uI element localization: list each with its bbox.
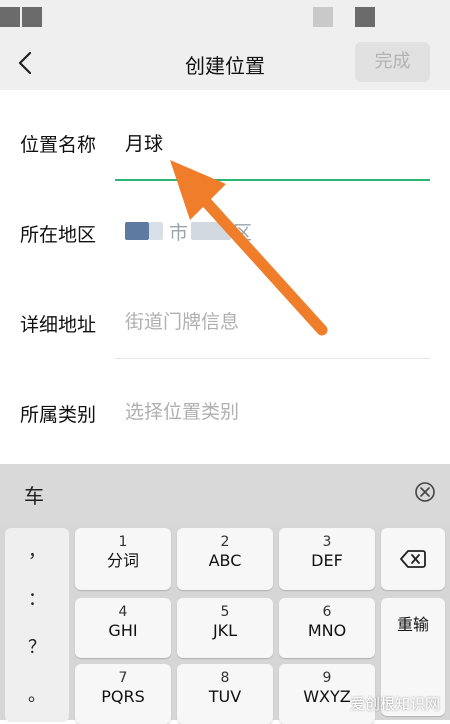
key-grid: ， ： ？ 。 1 分词 2 ABC 3 DEF 4 GHI 5 JKL 6 M… bbox=[0, 526, 450, 724]
key-letters: ABC bbox=[208, 551, 242, 570]
punct-key-question[interactable]: ？ bbox=[5, 624, 69, 672]
header: 创建位置 完成 bbox=[0, 36, 450, 90]
status-icon bbox=[22, 7, 42, 27]
name-row: 位置名称 bbox=[0, 90, 450, 178]
key-number: 4 bbox=[118, 604, 128, 620]
done-button[interactable]: 完成 bbox=[355, 42, 430, 82]
key-letters: GHI bbox=[108, 621, 138, 640]
region-label: 所在地区 bbox=[20, 224, 97, 246]
backspace-icon bbox=[400, 550, 426, 568]
candidate-bar: 车 bbox=[0, 464, 450, 524]
watermark: 爱创根知识网 bbox=[349, 695, 440, 713]
punct-key-comma[interactable]: ， bbox=[5, 528, 69, 576]
key-number: 9 bbox=[322, 670, 332, 686]
key-letters: 分词 bbox=[106, 551, 139, 570]
status-icon bbox=[313, 7, 333, 27]
circle-x-icon[interactable] bbox=[414, 481, 436, 503]
key-number: 1 bbox=[118, 534, 128, 550]
address-underline bbox=[115, 358, 430, 359]
key-number: 8 bbox=[220, 670, 230, 686]
key-4[interactable]: 4 GHI bbox=[75, 598, 171, 658]
key-1[interactable]: 1 分词 bbox=[75, 528, 171, 590]
blurred-text bbox=[125, 222, 149, 240]
location-form: 位置名称 所在地区 市 区 详细地址 所属类别 bbox=[0, 90, 450, 464]
blurred-text bbox=[149, 222, 163, 240]
name-field[interactable] bbox=[115, 122, 430, 162]
name-input[interactable] bbox=[115, 122, 430, 162]
candidate-word[interactable]: 车 bbox=[24, 480, 44, 509]
region-value[interactable]: 市 区 bbox=[125, 216, 255, 248]
key-7[interactable]: 7 PQRS bbox=[75, 664, 171, 724]
blurred-text bbox=[191, 222, 231, 240]
key-number: 6 bbox=[322, 604, 332, 620]
key-letters: PQRS bbox=[101, 687, 145, 706]
key-number: 3 bbox=[322, 534, 332, 550]
address-field[interactable] bbox=[115, 302, 430, 342]
key-8[interactable]: 8 TUV bbox=[177, 664, 273, 724]
reenter-label: 重输 bbox=[396, 615, 429, 634]
key-number: 5 bbox=[220, 604, 230, 620]
district-suffix: 区 bbox=[233, 222, 253, 244]
punct-key-period[interactable]: 。 bbox=[5, 672, 69, 720]
key-letters: DEF bbox=[311, 551, 343, 570]
address-input[interactable] bbox=[115, 302, 430, 342]
key-3[interactable]: 3 DEF bbox=[279, 528, 375, 590]
address-label: 详细地址 bbox=[20, 314, 97, 336]
category-row[interactable]: 所属类别 bbox=[0, 360, 450, 448]
status-icon bbox=[355, 7, 375, 27]
status-icon bbox=[0, 7, 20, 27]
punctuation-column: ， ： ？ 。 bbox=[5, 528, 69, 722]
punct-key-colon[interactable]: ： bbox=[5, 576, 69, 624]
key-number: 2 bbox=[220, 534, 230, 550]
name-label: 位置名称 bbox=[20, 134, 97, 156]
key-letters: MNO bbox=[307, 621, 347, 640]
key-number: 7 bbox=[118, 670, 128, 686]
key-letters: JKL bbox=[212, 621, 238, 640]
city-suffix: 市 bbox=[169, 222, 189, 244]
category-input[interactable] bbox=[115, 392, 430, 432]
input-keyboard: 车 ， ： ？ 。 1 分词 2 ABC 3 DEF 4 GHI 5 JKL 6… bbox=[0, 464, 450, 724]
region-row[interactable]: 所在地区 市 区 bbox=[0, 180, 450, 268]
key-6[interactable]: 6 MNO bbox=[279, 598, 375, 658]
category-field[interactable] bbox=[115, 392, 430, 432]
address-row: 详细地址 bbox=[0, 270, 450, 358]
category-label: 所属类别 bbox=[20, 404, 97, 426]
key-letters: TUV bbox=[208, 687, 242, 706]
status-bar bbox=[0, 0, 450, 36]
backspace-key[interactable] bbox=[381, 528, 445, 590]
key-5[interactable]: 5 JKL bbox=[177, 598, 273, 658]
key-2[interactable]: 2 ABC bbox=[177, 528, 273, 590]
